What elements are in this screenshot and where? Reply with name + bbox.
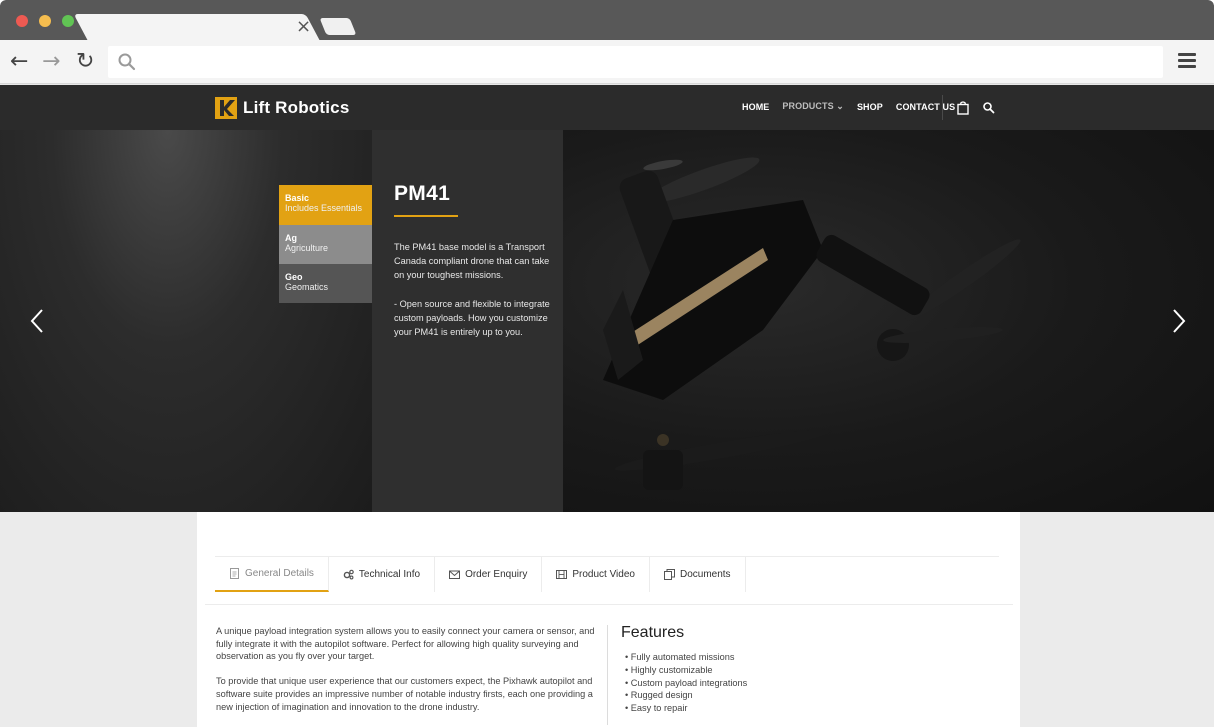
brand-name: Lift Robotics [243,98,350,117]
tab-label: Technical Info [358,569,421,580]
logo[interactable]: Lift Robotics [215,97,349,119]
envelope-icon [449,570,461,579]
main-menu: HOME PRODUCTS ⌄ SHOP CONTACT US [742,101,968,112]
variant-ag[interactable]: Ag Agriculture [279,225,372,264]
menu-item-products[interactable]: PRODUCTS ⌄ [782,101,844,112]
tab-product-video[interactable]: Product Video [542,557,650,592]
browser-menu-icon[interactable] [1178,53,1196,69]
variant-subtitle: Geomatics [285,282,329,292]
site-header: Lift Robotics HOME PRODUCTS ⌄ SHOP CONTA… [0,85,1214,130]
shopping-bag-icon[interactable] [956,101,970,115]
features-heading: Features [621,624,685,641]
details-paragraph-2: To provide that unique user experience t… [216,676,593,712]
product-desc-2: - Open source and flexible to integrate … [394,298,550,338]
reload-button[interactable]: ↻ [76,49,94,75]
tab-label: Order Enquiry [465,569,528,580]
browser-window: × ← → ↻ Lift Robotics HOME PRODUCTS ⌄ SH… [0,0,1214,727]
chevron-right-icon[interactable] [1172,308,1186,334]
product-desc-1: The PM41 base model is a Transport Canad… [394,242,550,281]
tab-technical-info[interactable]: Technical Info [329,557,436,592]
browser-toolbar: ← → ↻ [0,40,1214,84]
title-underline [394,215,458,217]
drone-illustration [603,157,1021,490]
features-list: Fully automated missions Highly customiz… [625,651,747,715]
list-item: Easy to repair [625,702,747,715]
documents-icon [663,569,675,580]
variant-geo[interactable]: Geo Geomatics [279,264,372,303]
product-tabs: General Details Technical Info Order Enq… [215,557,746,592]
film-icon [556,570,568,579]
menu-item-shop[interactable]: SHOP [857,102,883,112]
browser-tab-bar: × [0,0,1214,41]
logo-mark-icon [215,97,237,119]
tab-order-enquiry[interactable]: Order Enquiry [435,557,543,592]
menu-item-home[interactable]: HOME [742,102,769,112]
new-tab-button[interactable] [319,18,357,35]
list-item: Rugged design [625,689,747,702]
maximize-window-button[interactable] [62,15,74,27]
document-icon [230,568,239,579]
website: Lift Robotics HOME PRODUCTS ⌄ SHOP CONTA… [0,85,1214,727]
tab-label: Documents [679,569,731,580]
browser-tab[interactable] [73,14,320,41]
column-divider [607,625,608,725]
variant-subtitle: Agriculture [285,243,329,253]
address-bar[interactable] [108,46,1163,78]
variant-subtitle: Includes Essentials [285,203,363,213]
product-panel: PM41 The PM41 base model is a Transport … [372,130,563,512]
list-item: Fully automated missions [625,651,747,664]
back-button[interactable]: ← [10,49,28,75]
details-paragraph-1: A unique payload integration system allo… [216,626,595,662]
chevron-left-icon[interactable] [30,308,44,334]
menu-item-contact[interactable]: CONTACT US [896,102,955,112]
list-item: Custom payload integrations [625,677,747,690]
hero-slider: PM41 The PM41 base model is a Transport … [0,130,1214,512]
tab-label: Product Video [572,569,635,580]
tab-documents[interactable]: Documents [650,557,746,592]
product-title: PM41 [394,182,451,205]
tabs-bottom-border [205,604,1013,605]
variant-name: Basic [285,193,310,203]
search-icon [118,53,136,71]
product-details: General Details Technical Info Order Enq… [197,512,1020,727]
product-description: The PM41 base model is a Transport Canad… [394,240,554,353]
search-icon[interactable] [982,101,996,115]
list-item: Highly customizable [625,664,747,677]
tab-close-icon[interactable]: × [296,17,311,37]
variant-name: Geo [285,272,303,282]
tab-general-details[interactable]: General Details [215,557,329,592]
tab-label: General Details [245,568,314,579]
minimize-window-button[interactable] [39,15,51,27]
forward-button[interactable]: → [42,49,60,75]
drone-image [563,130,1214,512]
gears-icon [343,569,354,580]
details-text: A unique payload integration system allo… [216,625,600,726]
menu-divider [942,95,943,120]
close-window-button[interactable] [16,15,28,27]
variant-name: Ag [285,233,297,243]
variant-basic[interactable]: Basic Includes Essentials [279,185,372,225]
